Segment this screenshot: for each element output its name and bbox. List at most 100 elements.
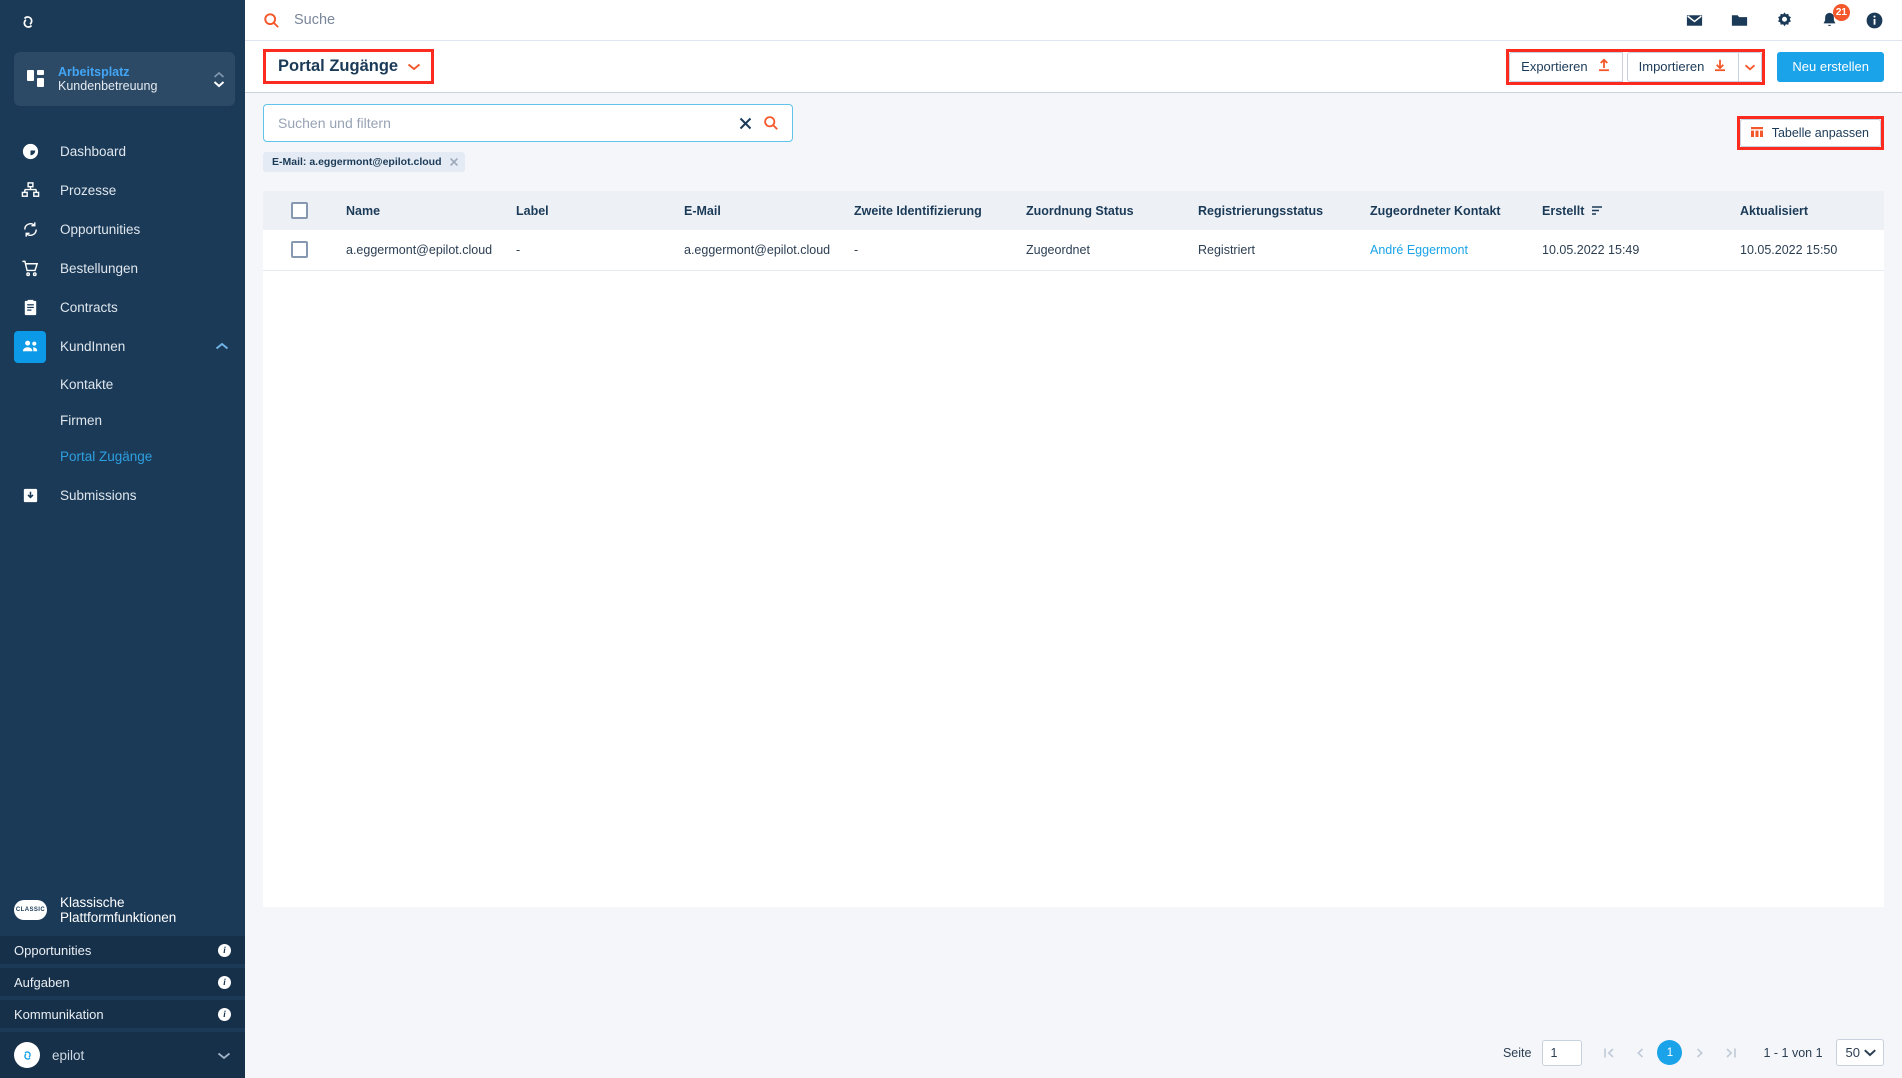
content-area: E-Mail: a.eggermont@epilot.cloud	[245, 93, 1902, 1078]
page-size-value: 50	[1845, 1045, 1860, 1060]
clipboard-icon	[14, 292, 46, 324]
classic-item-opportunities[interactable]: Opportunities i	[0, 936, 245, 964]
customize-table-label: Tabelle anpassen	[1771, 126, 1869, 140]
folder-icon[interactable]	[1730, 11, 1749, 30]
close-icon[interactable]	[738, 116, 753, 131]
sort-icon[interactable]	[1591, 205, 1603, 216]
sidebar-item-opportunities[interactable]: Opportunities	[0, 210, 245, 249]
info-icon[interactable]: i	[218, 1007, 231, 1021]
column-zugeordneter-kontakt[interactable]: Zugeordneter Kontakt	[1370, 191, 1542, 230]
column-label: Erstellt	[1542, 203, 1585, 218]
sidebar: Arbeitsplatz Kundenbetreuung Dashboard P…	[0, 0, 245, 1078]
sidebar-label: Opportunities	[60, 222, 141, 237]
global-search-input[interactable]: Suche	[294, 12, 1671, 28]
top-bar: Suche 21	[245, 0, 1902, 41]
sidebar-item-prozesse[interactable]: Prozesse	[0, 171, 245, 210]
top-bar-icons: 21	[1685, 3, 1884, 30]
epilot-logo-icon[interactable]	[0, 0, 245, 44]
import-button[interactable]: Importieren	[1626, 51, 1740, 82]
filter-chip-label: E-Mail: a.eggermont@epilot.cloud	[272, 156, 442, 168]
mail-icon[interactable]	[1685, 11, 1704, 30]
column-select-all	[263, 191, 346, 230]
notification-badge: 21	[1832, 3, 1850, 21]
last-page-icon[interactable]	[1717, 1039, 1744, 1066]
sidebar-item-contracts[interactable]: Contracts	[0, 288, 245, 327]
cell-label: -	[516, 242, 521, 257]
classic-item-kommunikation[interactable]: Kommunikation i	[0, 1000, 245, 1028]
table-header-row: Name Label E-Mail Zweite Identifizierung	[263, 191, 1884, 230]
search-input[interactable]	[278, 115, 728, 131]
column-label: Registrierungsstatus	[1198, 203, 1324, 218]
classic-label: Opportunities	[14, 942, 92, 958]
column-label-col[interactable]: Label	[516, 191, 684, 230]
prev-page-icon[interactable]	[1626, 1039, 1653, 1066]
column-name[interactable]: Name	[346, 191, 516, 230]
workspace-switcher[interactable]: Arbeitsplatz Kundenbetreuung	[14, 52, 235, 106]
chevron-down-icon	[1744, 58, 1756, 76]
epilot-avatar-icon	[14, 1042, 40, 1068]
page-number-input[interactable]	[1542, 1039, 1583, 1066]
dashboard-icon	[14, 136, 46, 168]
contact-link[interactable]: André Eggermont	[1370, 243, 1468, 257]
workspace-title: Arbeitsplatz	[58, 64, 130, 79]
column-label: Aktualisiert	[1740, 203, 1809, 218]
filter-chip[interactable]: E-Mail: a.eggermont@epilot.cloud	[263, 152, 465, 172]
filter-search-box[interactable]	[263, 104, 793, 142]
close-icon[interactable]	[449, 157, 459, 167]
user-account-menu[interactable]: epilot	[0, 1032, 245, 1078]
sidebar-label: KundInnen	[60, 339, 126, 354]
sidebar-item-kundinnen[interactable]: KundInnen	[0, 327, 245, 366]
next-page-icon[interactable]	[1686, 1039, 1713, 1066]
classic-item-aufgaben[interactable]: Aufgaben i	[0, 968, 245, 996]
pagination-arrows: 1	[1595, 1039, 1744, 1066]
sidebar-item-dashboard[interactable]: Dashboard	[0, 132, 245, 171]
page-label: Seite	[1502, 1045, 1532, 1060]
info-icon[interactable]	[1865, 11, 1884, 30]
info-icon[interactable]: i	[218, 975, 231, 989]
gear-icon[interactable]	[1775, 11, 1794, 30]
current-page-button[interactable]: 1	[1657, 1040, 1683, 1065]
cell-registrierungsstatus: Registriert	[1198, 242, 1255, 257]
people-icon	[14, 330, 46, 363]
export-button[interactable]: Exportieren	[1509, 51, 1623, 82]
select-all-checkbox[interactable]	[291, 202, 308, 219]
sidebar-item-bestellungen[interactable]: Bestellungen	[0, 249, 245, 288]
import-button-group: Importieren	[1626, 51, 1763, 82]
column-zuordnung-status[interactable]: Zuordnung Status	[1026, 191, 1198, 230]
upload-icon	[1597, 58, 1611, 75]
search-icon[interactable]	[263, 12, 280, 29]
sidebar-item-kontakte[interactable]: Kontakte	[0, 366, 245, 402]
row-checkbox[interactable]	[291, 241, 308, 259]
sidebar-item-submissions[interactable]: Submissions	[0, 476, 245, 515]
chevron-down-icon	[1863, 1045, 1877, 1060]
search-icon[interactable]	[763, 115, 779, 131]
import-export-actions: Exportieren Importieren	[1506, 48, 1766, 85]
row-select-cell	[263, 230, 346, 270]
column-label: Zuordnung Status	[1026, 203, 1134, 218]
chevron-up-icon[interactable]	[215, 342, 229, 351]
page-title-dropdown[interactable]: Portal Zugänge	[263, 49, 435, 84]
chevron-updown-icon	[213, 71, 225, 88]
info-icon[interactable]: i	[218, 943, 231, 957]
bell-icon[interactable]: 21	[1820, 3, 1850, 30]
import-options-caret[interactable]	[1739, 51, 1763, 82]
first-page-icon[interactable]	[1595, 1039, 1622, 1066]
cell-email: a.eggermont@epilot.cloud	[684, 242, 831, 257]
inbox-icon	[14, 480, 46, 512]
column-email[interactable]: E-Mail	[684, 191, 854, 230]
cell-name: a.eggermont@epilot.cloud	[346, 242, 493, 257]
create-new-button[interactable]: Neu erstellen	[1777, 51, 1884, 82]
column-registrierungsstatus[interactable]: Registrierungsstatus	[1198, 191, 1370, 230]
table-row[interactable]: a.eggermont@epilot.cloud - a.eggermont@e…	[263, 230, 1884, 270]
sidebar-item-firmen[interactable]: Firmen	[0, 402, 245, 438]
page-size-select[interactable]: 50	[1835, 1039, 1884, 1066]
column-label: Zweite Identifizierung	[854, 203, 982, 218]
column-aktualisiert[interactable]: Aktualisiert	[1740, 191, 1884, 230]
sidebar-item-portal-zugaenge[interactable]: Portal Zugänge	[0, 438, 245, 474]
customize-table-button[interactable]: Tabelle anpassen	[1739, 119, 1881, 147]
column-erstellt[interactable]: Erstellt	[1542, 191, 1740, 230]
page-title: Portal Zugänge	[278, 57, 399, 75]
import-label: Importieren	[1638, 59, 1705, 74]
main-navigation: Dashboard Prozesse Opportunities Bestell…	[0, 132, 245, 515]
column-zweite-identifizierung[interactable]: Zweite Identifizierung	[854, 191, 1026, 230]
